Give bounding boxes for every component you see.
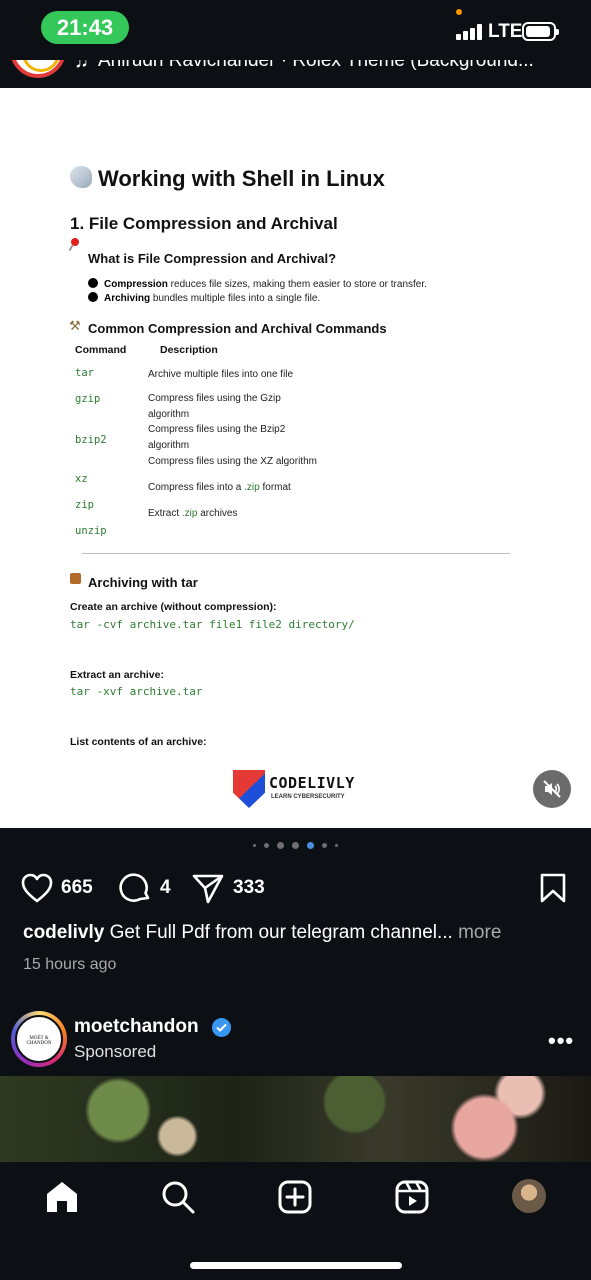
carousel-dot [277,842,284,849]
extract-archive-code: tar -xvf archive.tar [70,685,203,698]
share-button[interactable] [191,870,227,906]
create-archive-code: tar -cvf archive.tar file1 file2 directo… [70,618,355,631]
command-cell: xz [75,473,88,485]
mute-button[interactable] [533,770,571,808]
more-options-icon[interactable]: ••• [548,1028,574,1054]
nav-reels[interactable] [394,1179,430,1215]
like-count[interactable]: 665 [61,877,93,899]
description-cell: Extract .zip archives [148,508,238,519]
bottom-nav [0,1162,591,1280]
search-icon [162,1181,195,1214]
doc-title: Working with Shell in Linux [70,166,385,192]
sponsored-label: Sponsored [74,1042,157,1061]
nav-search[interactable] [160,1179,196,1215]
network-type: LTE [488,21,523,42]
caption-more-link[interactable]: more [453,922,501,943]
extract-archive-label: Extract an archive: [70,669,164,681]
carousel-dot [322,843,327,848]
post-media[interactable]: Working with Shell in Linux 1. File Comp… [0,88,591,828]
home-indicator[interactable] [190,1262,402,1269]
share-count[interactable]: 333 [233,877,265,899]
description-cell: Compress files using the XZ algorithm [148,456,317,467]
carousel-dots [0,842,591,856]
save-button[interactable] [539,870,569,906]
description-cell: Compress files using the Gzip algorithm [148,393,281,420]
bullet-archiving: Archiving bundles multiple files into a … [88,292,320,304]
nav-create[interactable] [277,1179,313,1215]
logo-text: CODELIVLY [269,774,355,792]
sponsor-username[interactable]: moetchandon [74,1016,199,1038]
command-cell: bzip2 [75,434,107,446]
what-is-heading: What is File Compression and Archival? [88,251,337,266]
section-heading: 1. File Compression and Archival [70,214,338,233]
nav-profile[interactable] [512,1179,546,1213]
caption-username[interactable]: codelivly [23,922,104,943]
command-cell: zip [75,499,94,511]
pushpin-icon [69,238,81,250]
shell-icon [70,166,92,188]
home-icon [47,1182,77,1212]
description-cell: Archive multiple files into one file [148,369,294,380]
comment-icon [119,873,150,902]
table-header-description: Description [160,344,218,356]
comment-button[interactable] [119,870,155,906]
post-caption[interactable]: codelivly Get Full Pdf from our telegram… [23,922,501,944]
logo-shield-icon [233,770,265,808]
logo-subtitle: LEARN CYBERSECURITY [271,794,345,800]
package-icon [70,573,81,584]
mute-icon [543,780,561,798]
description-cell: Compress files using the Bzip2 algorithm [148,424,286,451]
divider [82,553,510,554]
list-archive-label: List contents of an archive: [70,736,207,748]
reels-icon [395,1180,429,1214]
battery-icon [522,22,559,41]
carousel-dot [264,843,269,848]
sponsor-avatar-text: MOËT & CHANDON [26,1036,52,1046]
commands-heading: Common Compression and Archival Commands [88,321,387,336]
bookmark-icon [540,873,566,903]
privacy-indicator-icon [456,9,462,15]
signal-icon [456,24,482,40]
bullet-icon [88,292,98,302]
tar-heading: Archiving with tar [88,575,198,590]
caption-text: Get Full Pdf from our telegram channel..… [104,922,453,943]
carousel-dot [292,842,299,849]
table-header-command: Command [75,344,127,356]
sponsored-media[interactable] [0,1076,591,1162]
like-button[interactable] [20,870,56,906]
share-icon [192,874,224,904]
carousel-dot [335,844,338,847]
command-cell: unzip [75,525,107,537]
create-archive-label: Create an archive (without compression): [70,601,277,613]
command-cell: tar [75,367,94,379]
command-cell: gzip [75,393,101,405]
status-time: 21:43 [41,11,129,44]
bullet-icon [88,278,98,288]
post-timestamp: 15 hours ago [23,956,117,973]
carousel-dot-active [307,842,314,849]
comment-count[interactable]: 4 [160,877,171,899]
verified-badge-icon [212,1018,231,1037]
create-icon [278,1180,312,1214]
nav-home[interactable] [44,1179,80,1215]
sponsor-avatar[interactable]: MOËT & CHANDON [11,1011,67,1067]
status-bar: 21:43 LTE [0,0,591,60]
heart-icon [21,873,53,903]
codelivly-logo: CODELIVLY LEARN CYBERSECURITY [233,770,355,810]
carousel-dot [253,844,256,847]
bullet-compression: Compression reduces file sizes, making t… [88,278,427,290]
description-cell: Compress files into a .zip format [148,482,291,493]
tools-icon: ⚒ [69,318,81,333]
